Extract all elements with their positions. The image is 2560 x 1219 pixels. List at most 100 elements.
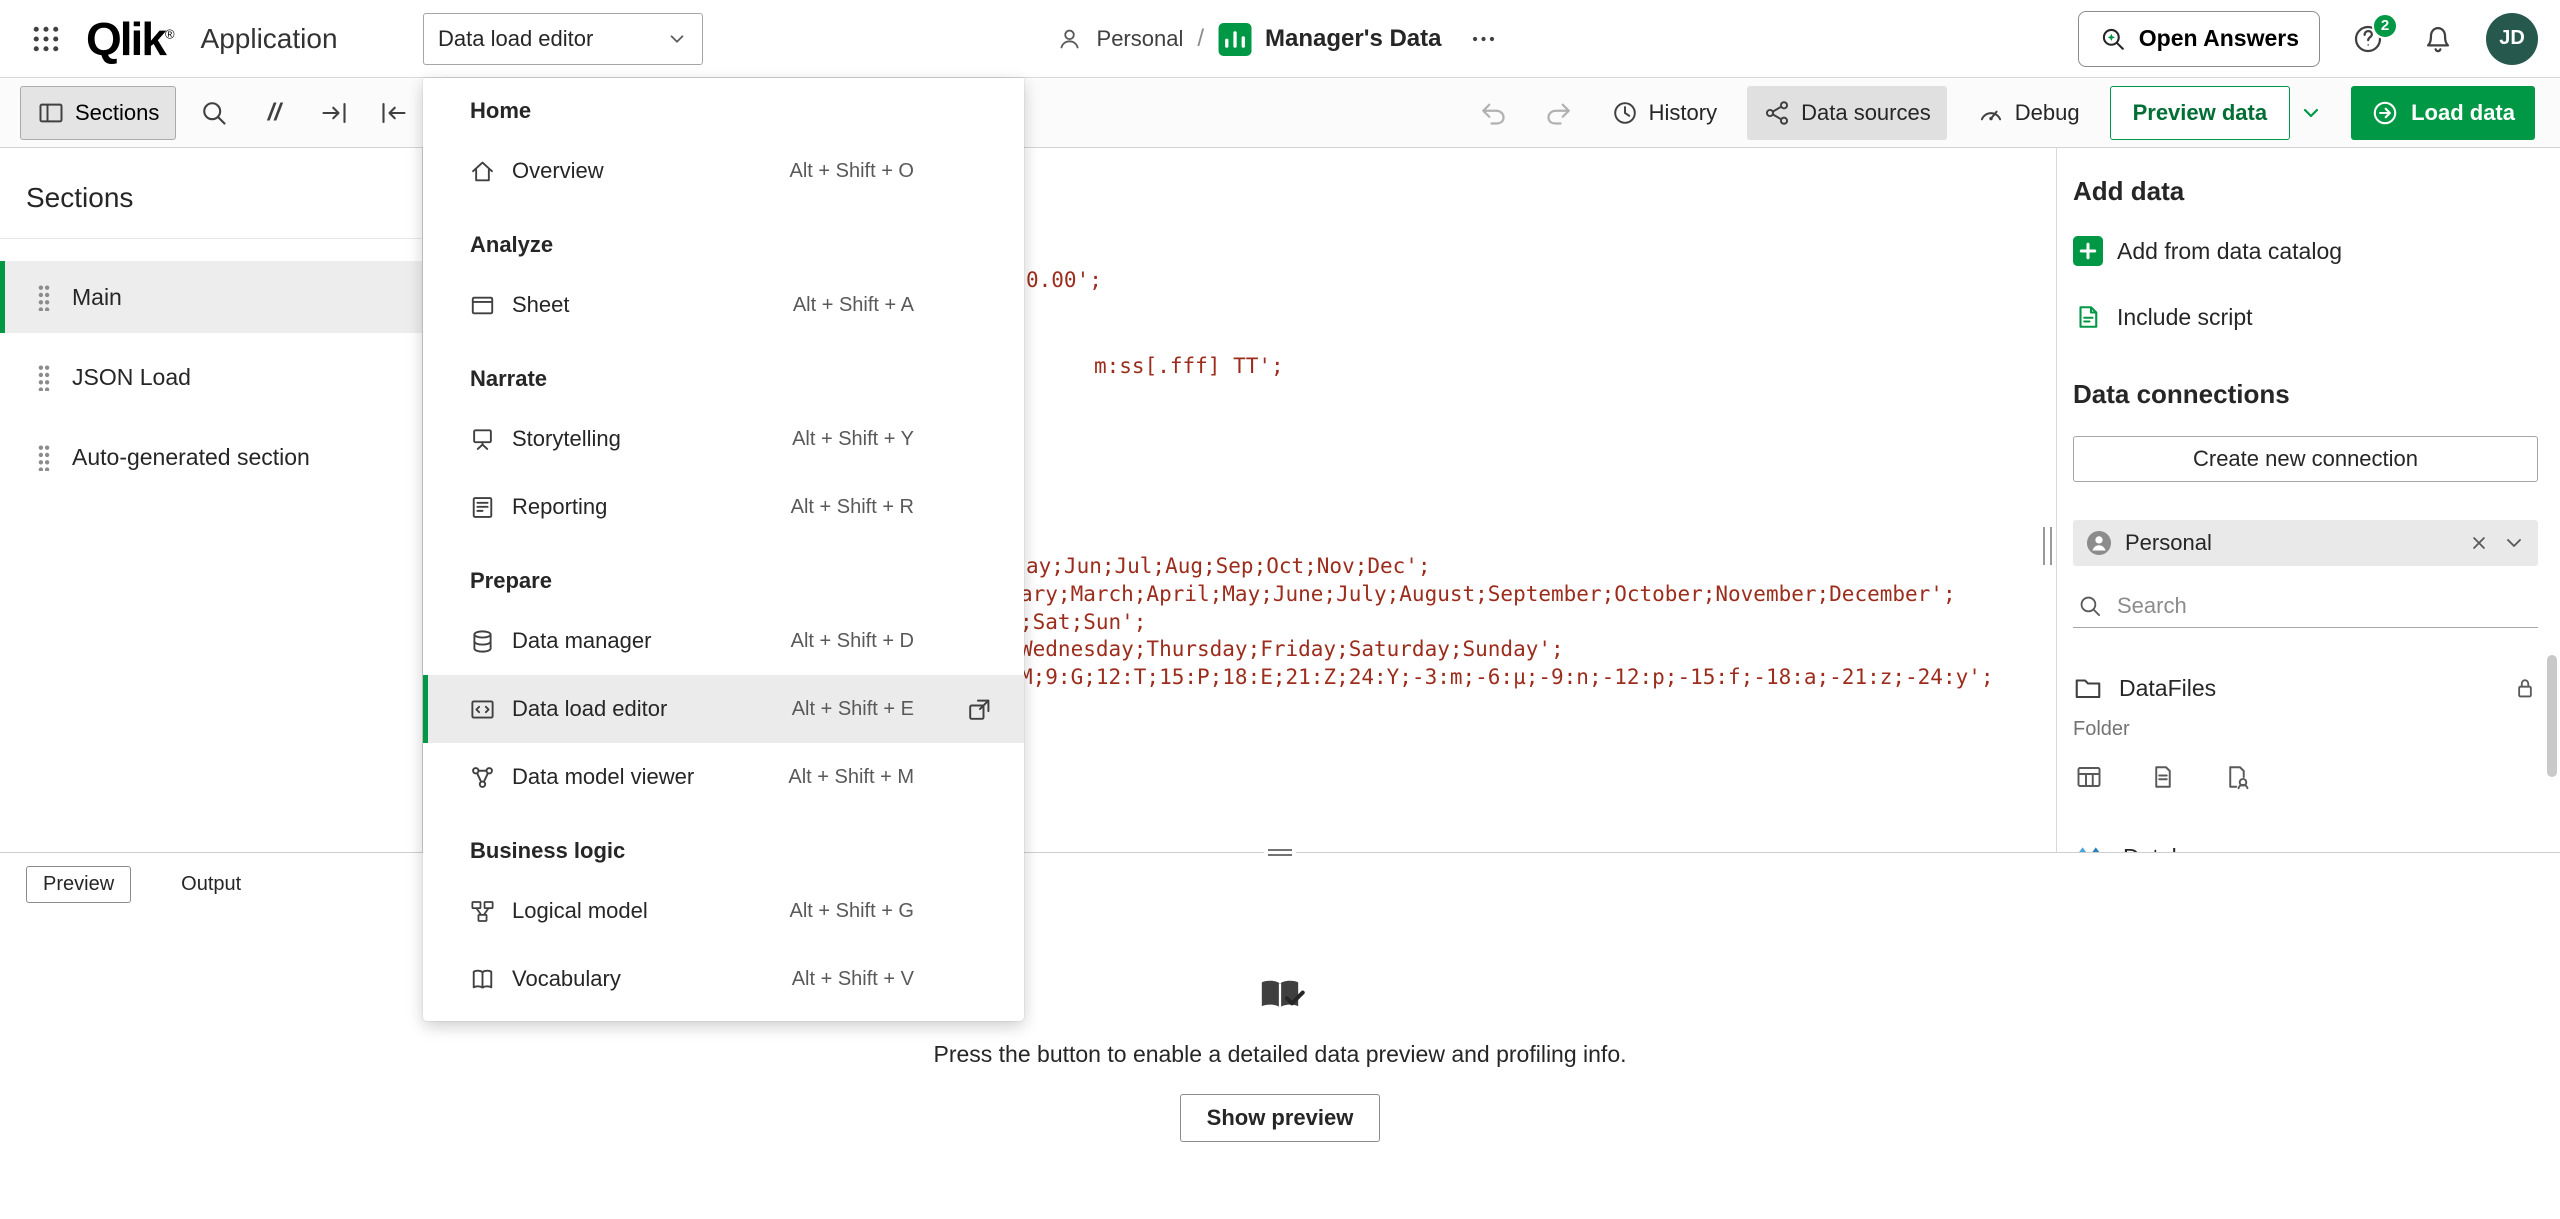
qlik-logo: Qlik® bbox=[86, 16, 175, 62]
connection-name: Datab bbox=[2123, 844, 2184, 853]
add-from-catalog-button[interactable]: Add from data catalog bbox=[2073, 231, 2538, 271]
logical-model-icon bbox=[469, 898, 496, 925]
avatar[interactable]: JD bbox=[2486, 13, 2538, 65]
menu-item-label: Reporting bbox=[512, 494, 607, 520]
connection-partial-row[interactable]: Datab bbox=[2073, 837, 2538, 852]
section-label: Auto-generated section bbox=[72, 444, 310, 471]
clear-icon[interactable] bbox=[2468, 532, 2490, 554]
menu-item-shortcut: Alt + Shift + G bbox=[789, 900, 914, 923]
open-in-new-tab-icon[interactable] bbox=[962, 691, 998, 727]
section-row-auto-generated[interactable]: Auto-generated section bbox=[0, 421, 422, 493]
add-from-catalog-label: Add from data catalog bbox=[2117, 238, 2342, 265]
menu-item-sheet[interactable]: Sheet Alt + Shift + A bbox=[423, 271, 1024, 339]
more-options-icon[interactable] bbox=[1463, 19, 1503, 59]
left-panel-icon bbox=[37, 99, 65, 127]
open-answers-button[interactable]: Open Answers bbox=[2078, 11, 2320, 67]
menu-item-data-manager[interactable]: Data manager Alt + Shift + D bbox=[423, 607, 1024, 675]
editor-toolbar: Sections // History Data s bbox=[0, 79, 2560, 148]
chevron-down-icon[interactable] bbox=[2502, 531, 2526, 555]
sections-panel-title: Sections bbox=[0, 148, 422, 214]
outdent-icon[interactable] bbox=[372, 91, 416, 135]
app-launcher-icon[interactable] bbox=[24, 17, 68, 61]
menu-item-label: Storytelling bbox=[512, 426, 621, 452]
menu-item-label: Data manager bbox=[512, 628, 651, 654]
tab-preview[interactable]: Preview bbox=[26, 866, 131, 903]
section-label: JSON Load bbox=[72, 364, 191, 391]
code-line[interactable]: ay;Jun;Jul;Aug;Sep;Oct;Nov;Dec'; bbox=[1026, 552, 1431, 580]
menu-item-storytelling[interactable]: Storytelling Alt + Shift + Y bbox=[423, 405, 1024, 473]
section-row-main[interactable]: Main bbox=[0, 261, 422, 333]
drag-handle-icon[interactable] bbox=[36, 283, 52, 311]
redo-icon[interactable] bbox=[1537, 91, 1581, 135]
load-data-label: Load data bbox=[2411, 100, 2515, 126]
data-connections-title: Data connections bbox=[2073, 379, 2538, 410]
topbar-actions: Open Answers 2 JD bbox=[2078, 11, 2538, 67]
show-preview-button[interactable]: Show preview bbox=[1180, 1094, 1381, 1142]
app-icon bbox=[1218, 23, 1251, 56]
search-input[interactable] bbox=[2115, 592, 2534, 620]
sections-toggle-button[interactable]: Sections bbox=[20, 86, 176, 140]
search-icon bbox=[2077, 593, 2103, 619]
insert-connection-icon[interactable] bbox=[2221, 761, 2253, 793]
menu-item-vocabulary[interactable]: Vocabulary Alt + Shift + V bbox=[423, 945, 1024, 1013]
connection-actions bbox=[2073, 761, 2538, 793]
drag-handle-icon[interactable] bbox=[36, 443, 52, 471]
undo-icon[interactable] bbox=[1471, 91, 1515, 135]
section-list: Main JSON Load A bbox=[0, 261, 422, 493]
select-data-icon[interactable] bbox=[2073, 761, 2105, 793]
code-line[interactable]: ary;March;April;May;June;July;August;Sep… bbox=[1020, 580, 1956, 608]
create-connection-button[interactable]: Create new connection bbox=[2073, 436, 2538, 482]
edit-script-icon[interactable] bbox=[2147, 761, 2179, 793]
indent-icon[interactable] bbox=[312, 91, 356, 135]
include-script-icon bbox=[2073, 302, 2103, 332]
search-icon[interactable] bbox=[192, 91, 236, 135]
panel-resize-handle[interactable] bbox=[2043, 527, 2052, 565]
menu-group-home: Home Overview Alt + Shift + O bbox=[423, 85, 1024, 205]
chevron-down-icon bbox=[666, 28, 688, 50]
help-icon[interactable]: 2 bbox=[2346, 17, 2390, 61]
menu-item-logical-model[interactable]: Logical model Alt + Shift + G bbox=[423, 877, 1024, 945]
debug-button[interactable]: Debug bbox=[1969, 86, 2088, 140]
menu-item-reporting[interactable]: Reporting Alt + Shift + R bbox=[423, 473, 1024, 541]
code-line[interactable]: 0.00'; bbox=[1026, 266, 1102, 294]
code-line[interactable]: Wednesday;Thursday;Friday;Saturday;Sunda… bbox=[1020, 635, 1564, 663]
data-sources-button[interactable]: Data sources bbox=[1747, 86, 1947, 140]
menu-item-label: Sheet bbox=[512, 292, 570, 318]
clock-icon bbox=[1611, 99, 1639, 127]
scrollbar-thumb[interactable] bbox=[2547, 655, 2557, 777]
code-line[interactable]: m:ss[.fff] TT'; bbox=[1094, 352, 1284, 380]
comment-icon[interactable]: // bbox=[252, 91, 296, 135]
include-script-label: Include script bbox=[2117, 304, 2253, 331]
blue-diamonds-icon bbox=[2073, 845, 2109, 852]
space-selector[interactable]: Personal bbox=[2073, 520, 2538, 566]
preview-data-button[interactable]: Preview data bbox=[2110, 86, 2291, 140]
menu-group-title: Home bbox=[423, 85, 1024, 137]
menu-item-label: Overview bbox=[512, 158, 604, 184]
menu-item-overview[interactable]: Overview Alt + Shift + O bbox=[423, 137, 1024, 205]
menu-item-shortcut: Alt + Shift + R bbox=[791, 496, 914, 519]
debug-label: Debug bbox=[2015, 100, 2080, 126]
connection-search[interactable] bbox=[2073, 584, 2538, 628]
preview-data-caret-icon[interactable] bbox=[2293, 86, 2329, 140]
code-line[interactable]: ;Sat;Sun'; bbox=[1020, 608, 1146, 636]
personal-space-icon bbox=[2085, 529, 2113, 557]
connection-datafiles[interactable]: DataFiles bbox=[2073, 668, 2538, 708]
data-manager-icon bbox=[469, 628, 496, 655]
menu-item-data-load-editor[interactable]: Data load editor Alt + Shift + E bbox=[423, 675, 1024, 743]
notifications-bell-icon[interactable] bbox=[2416, 17, 2460, 61]
code-line[interactable]: M;9:G;12:T;15:P;18:E;21:Z;24:Y;-3:m;-6:µ… bbox=[1020, 663, 1994, 691]
menu-item-data-model-viewer[interactable]: Data model viewer Alt + Shift + M bbox=[423, 743, 1024, 811]
bottom-panel-resize-handle[interactable] bbox=[1264, 845, 1296, 859]
menu-item-label: Logical model bbox=[512, 898, 648, 924]
space-name[interactable]: Personal bbox=[1097, 26, 1184, 52]
view-selector[interactable]: Data load editor bbox=[423, 13, 703, 65]
history-button[interactable]: History bbox=[1603, 86, 1725, 140]
section-row-json-load[interactable]: JSON Load bbox=[0, 341, 422, 413]
data-sources-label: Data sources bbox=[1801, 100, 1931, 126]
tab-output[interactable]: Output bbox=[181, 873, 241, 896]
include-script-button[interactable]: Include script bbox=[2073, 297, 2538, 337]
debug-gauge-icon bbox=[1977, 99, 2005, 127]
drag-handle-icon[interactable] bbox=[36, 363, 52, 391]
app-title[interactable]: Manager's Data bbox=[1265, 25, 1441, 53]
load-data-button[interactable]: Load data bbox=[2351, 86, 2535, 140]
